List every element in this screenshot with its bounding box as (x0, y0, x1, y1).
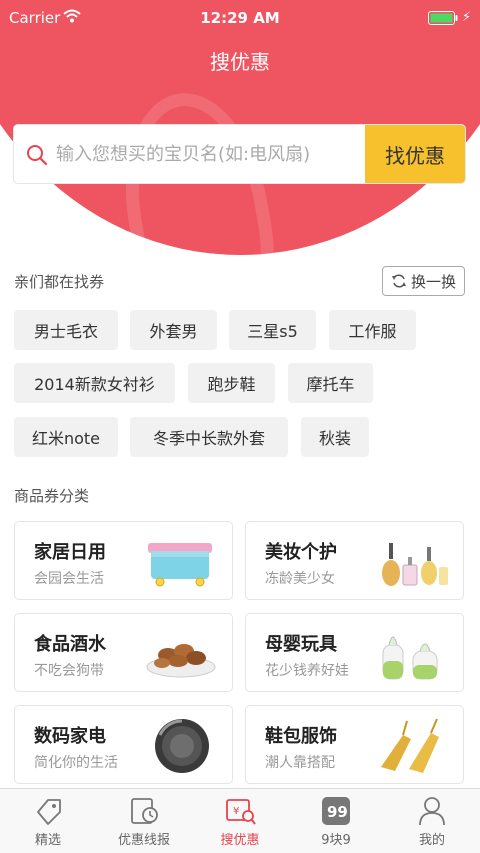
category-section-title: 商品券分类 (14, 487, 90, 505)
refresh-label: 换一换 (410, 272, 456, 291)
tab-featured[interactable]: 精选 (0, 789, 96, 853)
card-subtitle: 花少钱养好娃 (265, 663, 349, 679)
card-subtitle: 简化你的生活 (34, 755, 118, 771)
search-bar[interactable]: 找优惠 (13, 124, 466, 184)
tag-chip[interactable]: 外套男 (130, 310, 217, 350)
tab-label: 优惠线报 (117, 833, 170, 848)
tag-chip[interactable]: 秋装 (301, 417, 369, 457)
status-time: 12:29 AM (200, 9, 280, 27)
svg-text:¥: ¥ (233, 806, 239, 817)
status-bar: Carrier 12:29 AM ⚡ (0, 0, 480, 38)
tag-icon (37, 799, 61, 825)
card-subtitle: 冻龄美少女 (265, 571, 335, 587)
tag-chip[interactable]: 2014新款女衬衫 (14, 363, 175, 403)
tab-label: 搜优惠 (220, 833, 260, 848)
tab-label: 精选 (34, 833, 61, 848)
hot-search-title: 亲们都在找券 (14, 273, 105, 291)
tab-deals[interactable]: 优惠线报 (96, 789, 192, 853)
category-card-home[interactable]: 家居日用 会园会生活 (14, 521, 233, 600)
tab-label: 9块9 (321, 833, 351, 848)
category-card-food[interactable]: 食品酒水 不吃会狗带 (14, 613, 233, 692)
card-title: 美妆个护 (265, 542, 337, 563)
category-card-digital[interactable]: 数码家电 简化你的生活 (14, 705, 233, 784)
storage-box-image (148, 543, 212, 587)
svg-text:99: 99 (327, 803, 348, 821)
nuts-bowl-image (146, 644, 216, 678)
charging-icon: ⚡ (462, 10, 472, 25)
heels-image (381, 718, 439, 773)
card-title: 鞋包服饰 (265, 726, 337, 747)
robot-vacuum-image (155, 719, 209, 773)
card-subtitle: 不吃会狗带 (34, 663, 104, 679)
search-button[interactable]: 找优惠 (365, 125, 465, 183)
perfume-bottles-image (382, 543, 448, 586)
refresh-icon (391, 274, 406, 288)
refresh-button[interactable]: 换一换 (382, 266, 465, 296)
tag-chip[interactable]: 跑步鞋 (188, 363, 275, 403)
card-title: 家居日用 (34, 542, 106, 563)
tab-bar: 精选 优惠线报 ¥ 搜优惠 99 9块9 我的 (0, 788, 480, 853)
tab-search-deals[interactable]: ¥ 搜优惠 (192, 789, 288, 853)
search-coupon-icon: ¥ (226, 799, 256, 825)
search-icon (27, 145, 48, 166)
tag-chip[interactable]: 三星s5 (229, 310, 316, 350)
card-title: 数码家电 (34, 726, 106, 747)
category-card-beauty[interactable]: 美妆个护 冻龄美少女 (245, 521, 464, 600)
tag-chip[interactable]: 红米note (14, 417, 118, 457)
category-card-baby[interactable]: 母婴玩具 花少钱养好娃 (245, 613, 464, 692)
tag-chip[interactable]: 冬季中长款外套 (130, 417, 288, 457)
card-subtitle: 会园会生活 (34, 571, 104, 587)
card-title: 母婴玩具 (265, 634, 337, 655)
tag-chip[interactable]: 男士毛衣 (14, 310, 118, 350)
user-icon (419, 797, 445, 826)
page-title: 搜优惠 (210, 50, 270, 74)
nine-nine-icon: 99 (322, 797, 350, 825)
header-hero: Carrier 12:29 AM ⚡ 搜优惠 找优惠 (0, 0, 480, 258)
tab-label: 我的 (418, 833, 445, 848)
clock-icon (131, 798, 158, 824)
tag-chip[interactable]: 工作服 (329, 310, 416, 350)
battery-icon (428, 11, 458, 25)
tag-chip[interactable]: 摩托车 (288, 363, 373, 403)
baby-bottles-image (382, 636, 438, 680)
category-card-fashion[interactable]: 鞋包服饰 潮人靠搭配 (245, 705, 464, 784)
tab-nine-nine[interactable]: 99 9块9 (288, 789, 384, 853)
search-input[interactable] (56, 125, 366, 183)
card-title: 食品酒水 (34, 634, 106, 655)
tab-me[interactable]: 我的 (384, 789, 480, 853)
card-subtitle: 潮人靠搭配 (265, 755, 335, 771)
